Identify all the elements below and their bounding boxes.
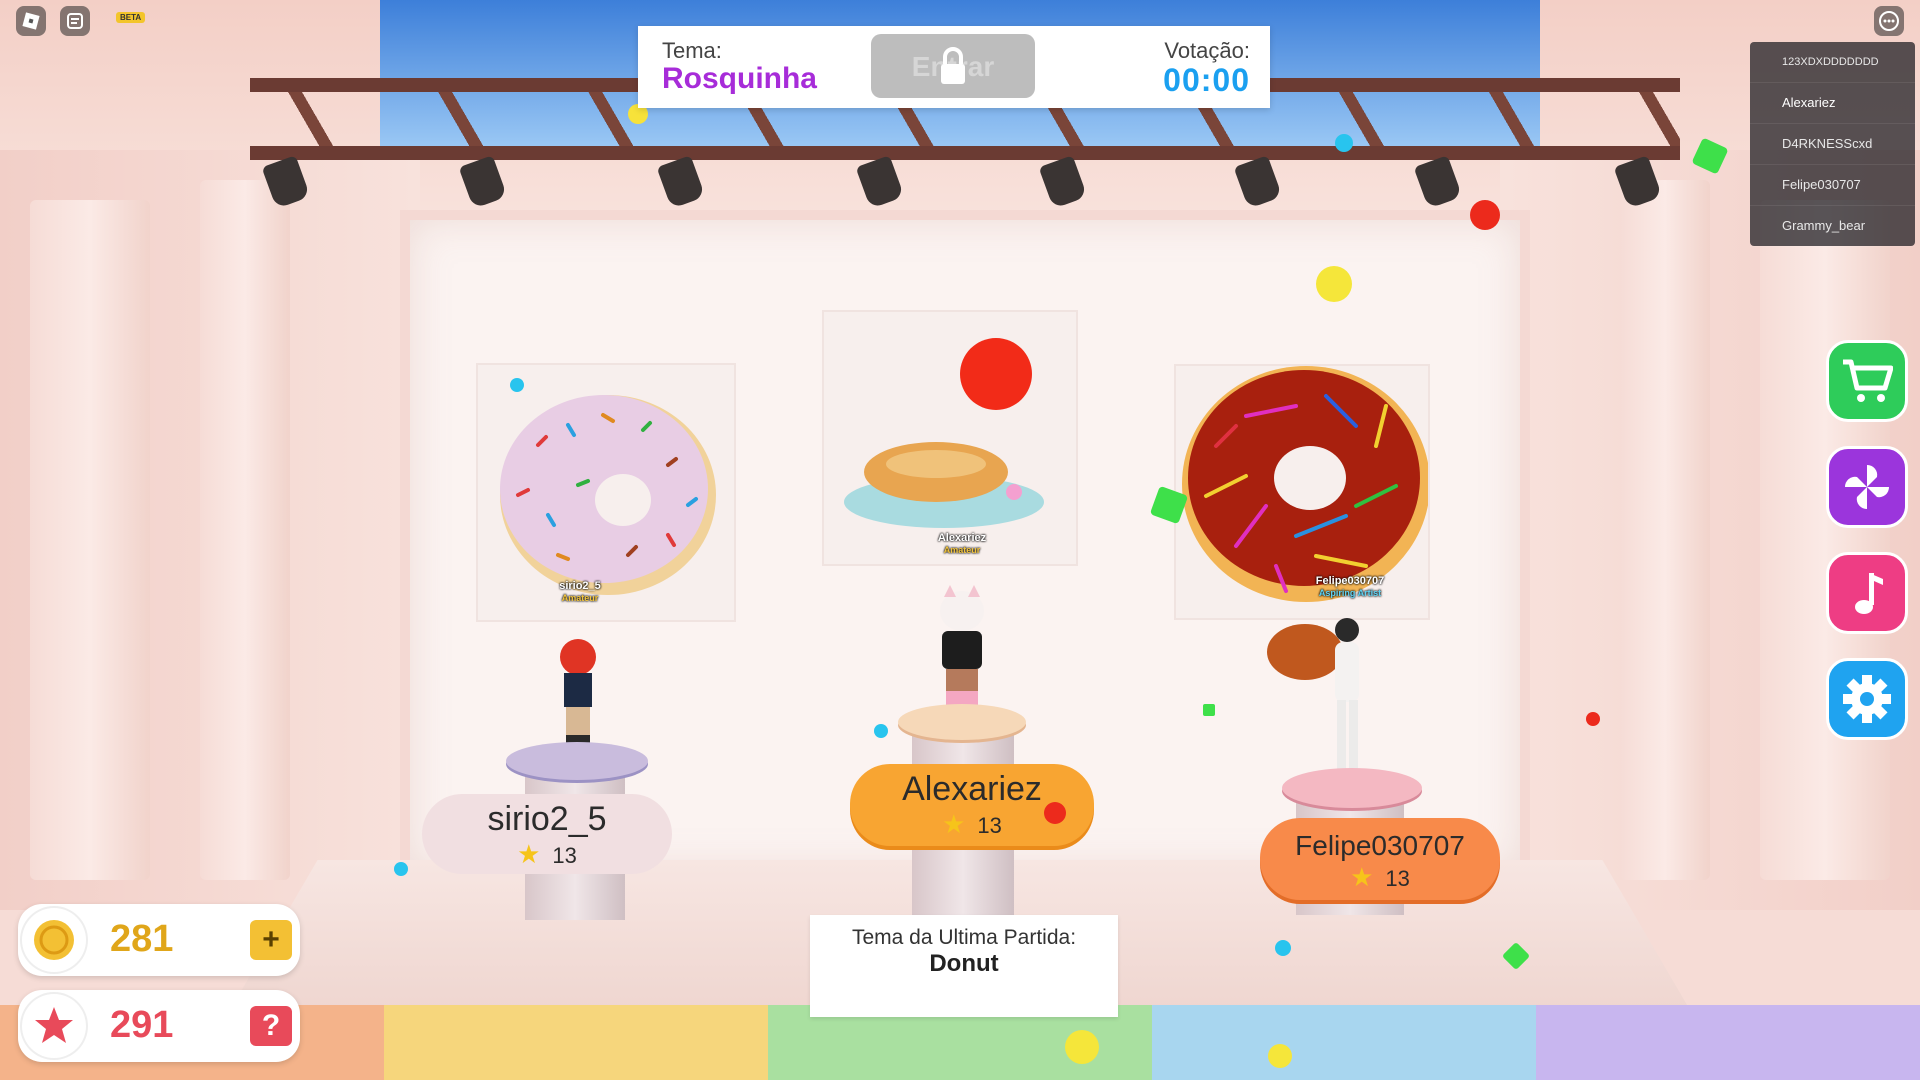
pedestal-top-2 xyxy=(898,704,1026,740)
player-list-item[interactable]: Felipe030707 xyxy=(1750,165,1915,206)
confetti xyxy=(1335,134,1353,152)
pinwheel-icon xyxy=(1844,464,1890,510)
gear-icon xyxy=(1843,675,1891,723)
ellipsis-icon xyxy=(1879,11,1899,31)
drawing-canvas-2 xyxy=(824,312,1076,564)
podium-score: 13 xyxy=(977,813,1002,838)
beta-badge: BETA xyxy=(116,12,146,23)
lock-icon xyxy=(941,47,965,84)
confetti xyxy=(1044,802,1066,824)
coins-display: 281 + xyxy=(18,904,300,976)
chat-button[interactable] xyxy=(60,6,90,36)
podium-score: 13 xyxy=(1385,866,1410,891)
bagel-drawing xyxy=(844,338,1044,528)
last-theme-label: Tema da Ultima Partida: xyxy=(851,926,1077,949)
podium-plate-1: sirio2_5 ★ 13 xyxy=(422,794,672,874)
left-column xyxy=(30,200,150,880)
theme-vote-panel: Tema: Rosquinha Entrar Votação: 00:00 xyxy=(638,26,1270,108)
right-column xyxy=(1760,200,1890,880)
pedestal-top-3 xyxy=(1282,768,1422,808)
avatar-felipe xyxy=(1265,600,1385,795)
stars-value: 291 xyxy=(110,1004,174,1046)
vote-label: Votação: xyxy=(1164,38,1250,63)
star-currency-icon xyxy=(22,994,86,1058)
podium-score: 13 xyxy=(552,843,577,868)
right-column-inner xyxy=(1620,180,1710,880)
star-icon: ★ xyxy=(517,839,541,869)
podium-name: sirio2_5 xyxy=(487,800,607,838)
spin-wheel-button[interactable] xyxy=(1826,446,1908,528)
stars-display: 291 ? xyxy=(18,990,300,1062)
coins-value: 281 xyxy=(110,918,174,960)
coin-icon xyxy=(22,908,86,972)
settings-button[interactable] xyxy=(1826,658,1908,740)
enter-button[interactable]: Entrar xyxy=(871,34,1035,98)
confetti xyxy=(1203,704,1215,716)
roblox-logo-icon xyxy=(22,12,40,30)
player-list-item[interactable]: Grammy_bear xyxy=(1750,206,1915,247)
confetti xyxy=(1065,1030,1099,1064)
avatar-tag-3: Felipe030707 Aspiring Artist xyxy=(1315,575,1385,598)
player-list: 123XDXDDDDDDD Alexariez D4RKNESScxd Feli… xyxy=(1750,42,1915,247)
stars-help-button[interactable]: ? xyxy=(250,1006,292,1046)
shop-button[interactable] xyxy=(1826,340,1908,422)
confetti xyxy=(1586,712,1600,726)
more-options-button[interactable] xyxy=(1874,6,1904,36)
left-column-inner xyxy=(200,180,290,880)
confetti xyxy=(1316,266,1352,302)
player-list-item[interactable]: Alexariez xyxy=(1750,83,1915,124)
confetti xyxy=(510,378,524,392)
confetti xyxy=(1470,200,1500,230)
buy-coins-button[interactable]: + xyxy=(250,920,292,960)
podium-plate-3: Felipe030707 ★ 13 xyxy=(1260,818,1500,900)
theme-value: Rosquinha xyxy=(662,62,817,95)
theme-label: Tema: xyxy=(662,38,722,63)
confetti xyxy=(1275,940,1291,956)
vote-timer: 00:00 xyxy=(1163,62,1250,98)
chat-icon xyxy=(67,13,83,29)
avatar-tag-1: sirio2_5 Amateur xyxy=(559,580,601,603)
star-icon: ★ xyxy=(942,809,966,839)
player-list-item[interactable]: D4RKNESScxd xyxy=(1750,124,1915,165)
last-theme-value: Donut xyxy=(929,950,999,977)
music-note-icon xyxy=(1855,573,1883,614)
confetti xyxy=(394,862,408,876)
star-icon: ★ xyxy=(1350,862,1374,892)
shopping-cart-icon xyxy=(1843,359,1893,402)
confetti xyxy=(874,724,888,738)
player-list-item[interactable]: 123XDXDDDDDDD xyxy=(1750,42,1915,83)
roblox-menu-button[interactable] xyxy=(16,6,46,36)
avatar-tag-2: Alexariez Amateur xyxy=(937,532,987,555)
music-button[interactable] xyxy=(1826,552,1908,634)
pedestal-top-1 xyxy=(506,742,648,780)
last-theme-sign: Tema da Ultima Partida: Donut xyxy=(810,915,1118,1017)
confetti xyxy=(1268,1044,1292,1068)
podium-name: Felipe030707 xyxy=(1295,830,1465,861)
